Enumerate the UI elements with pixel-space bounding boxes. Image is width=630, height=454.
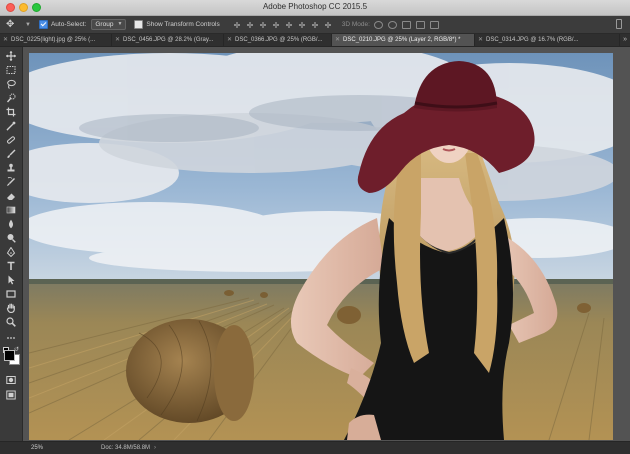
tab-document[interactable]: ✕ DSC_0225(light).jpg @ 25% (...: [0, 34, 112, 46]
tab-label: DSC_0225(light).jpg @ 25% (...: [11, 37, 96, 43]
align-left-icon[interactable]: [272, 21, 280, 29]
marquee-tool-icon[interactable]: [4, 64, 18, 76]
edit-toolbar-icon[interactable]: [4, 332, 18, 344]
close-tab-icon[interactable]: ✕: [3, 34, 8, 46]
healing-brush-tool-icon[interactable]: [4, 134, 18, 146]
options-bar: ✥ ▼ Auto-Select: Group ▼ Show Transform …: [0, 16, 630, 34]
path-selection-tool-icon[interactable]: [4, 274, 18, 286]
close-tab-icon[interactable]: ✕: [478, 34, 483, 46]
distribute-icon[interactable]: [324, 21, 332, 29]
screen-mode-icon[interactable]: [4, 389, 18, 401]
zoom-level[interactable]: 25%: [31, 445, 43, 451]
clone-stamp-tool-icon[interactable]: [4, 162, 18, 174]
align-middle-icon[interactable]: [246, 21, 254, 29]
pen-tool-icon[interactable]: [4, 246, 18, 258]
close-tab-icon[interactable]: ✕: [335, 34, 340, 46]
quick-mask-icon[interactable]: [4, 374, 18, 386]
chevron-right-icon[interactable]: ›: [154, 445, 156, 451]
slide-icon[interactable]: [415, 20, 425, 29]
align-top-icon[interactable]: [233, 21, 241, 29]
3d-mode-label: 3D Mode:: [341, 21, 370, 28]
workspace-icon[interactable]: [614, 19, 624, 29]
quick-select-tool-icon[interactable]: [4, 92, 18, 104]
chevron-down-icon[interactable]: ▼: [25, 22, 31, 28]
tab-label: DSC_0456.JPG @ 28.2% (Gray...: [123, 37, 214, 43]
tab-document[interactable]: ✕ DSC_0314.JPG @ 16.7% (RGB/...: [475, 34, 620, 46]
hand-tool-icon[interactable]: [4, 302, 18, 314]
auto-select-value: Group: [95, 21, 114, 28]
eraser-tool-icon[interactable]: [4, 190, 18, 202]
eyedropper-tool-icon[interactable]: [4, 120, 18, 132]
crop-tool-icon[interactable]: [4, 106, 18, 118]
move-tool-icon[interactable]: [4, 50, 18, 62]
align-right-icon[interactable]: [298, 21, 306, 29]
gradient-tool-icon[interactable]: [4, 204, 18, 216]
scale-icon[interactable]: [429, 20, 439, 29]
align-buttons: [233, 21, 332, 29]
lasso-tool-icon[interactable]: [4, 78, 18, 90]
chevron-down-icon: ▼: [117, 21, 123, 27]
pan-icon[interactable]: [401, 20, 411, 29]
align-center-icon[interactable]: [285, 21, 293, 29]
tab-label: DSC_0210.JPG @ 25% (Layer 2, RGB/8*) *: [343, 37, 461, 43]
auto-select-dropdown[interactable]: Group ▼: [91, 19, 127, 30]
align-bottom-icon[interactable]: [259, 21, 267, 29]
tab-label: DSC_0314.JPG @ 16.7% (RGB/...: [486, 37, 579, 43]
status-bar: 25% Doc: 34.8M/58.8M ›: [0, 441, 630, 454]
brush-tool-icon[interactable]: [4, 148, 18, 160]
history-brush-tool-icon[interactable]: [4, 176, 18, 188]
tab-document-active[interactable]: ✕ DSC_0210.JPG @ 25% (Layer 2, RGB/8*) *: [332, 34, 475, 46]
zoom-tool-icon[interactable]: [4, 316, 18, 328]
type-tool-icon[interactable]: [4, 260, 18, 272]
blur-tool-icon[interactable]: [4, 218, 18, 230]
show-transform-checkbox[interactable]: [134, 20, 144, 29]
document-tabs: ✕ DSC_0225(light).jpg @ 25% (... ✕ DSC_0…: [0, 34, 630, 47]
distribute-icon[interactable]: [311, 21, 319, 29]
document-size: Doc: 34.8M/58.8M: [101, 445, 151, 451]
move-tool-preset-icon[interactable]: ✥: [6, 19, 24, 30]
tab-overflow-icon[interactable]: »: [623, 34, 627, 46]
close-tab-icon[interactable]: ✕: [227, 34, 232, 46]
tab-document[interactable]: ✕ DSC_0456.JPG @ 28.2% (Gray...: [112, 34, 224, 46]
show-transform-label: Show Transform Controls: [146, 21, 220, 28]
orbit-icon[interactable]: [373, 20, 383, 29]
auto-select-checkbox[interactable]: [38, 20, 48, 29]
close-tab-icon[interactable]: ✕: [115, 34, 120, 46]
document-image[interactable]: [29, 53, 613, 440]
photo-woman-in-hat-field: [29, 53, 613, 440]
auto-select-label: Auto-Select:: [50, 21, 87, 28]
tab-document[interactable]: ✕ DSC_0366.JPG @ 25% (RGB/...: [224, 34, 332, 46]
tab-label: DSC_0366.JPG @ 25% (RGB/...: [235, 37, 323, 43]
window-title: Adobe Photoshop CC 2015.5: [262, 2, 368, 11]
foreground-color-swatch[interactable]: [4, 350, 15, 361]
roll-icon[interactable]: [387, 20, 397, 29]
title-bar: Adobe Photoshop CC 2015.5: [0, 0, 630, 16]
rectangle-tool-icon[interactable]: [4, 288, 18, 300]
3d-mode-buttons: [373, 20, 439, 29]
color-swatches[interactable]: ↺: [3, 347, 20, 365]
tools-panel: ↺: [0, 47, 23, 441]
dodge-tool-icon[interactable]: [4, 232, 18, 244]
